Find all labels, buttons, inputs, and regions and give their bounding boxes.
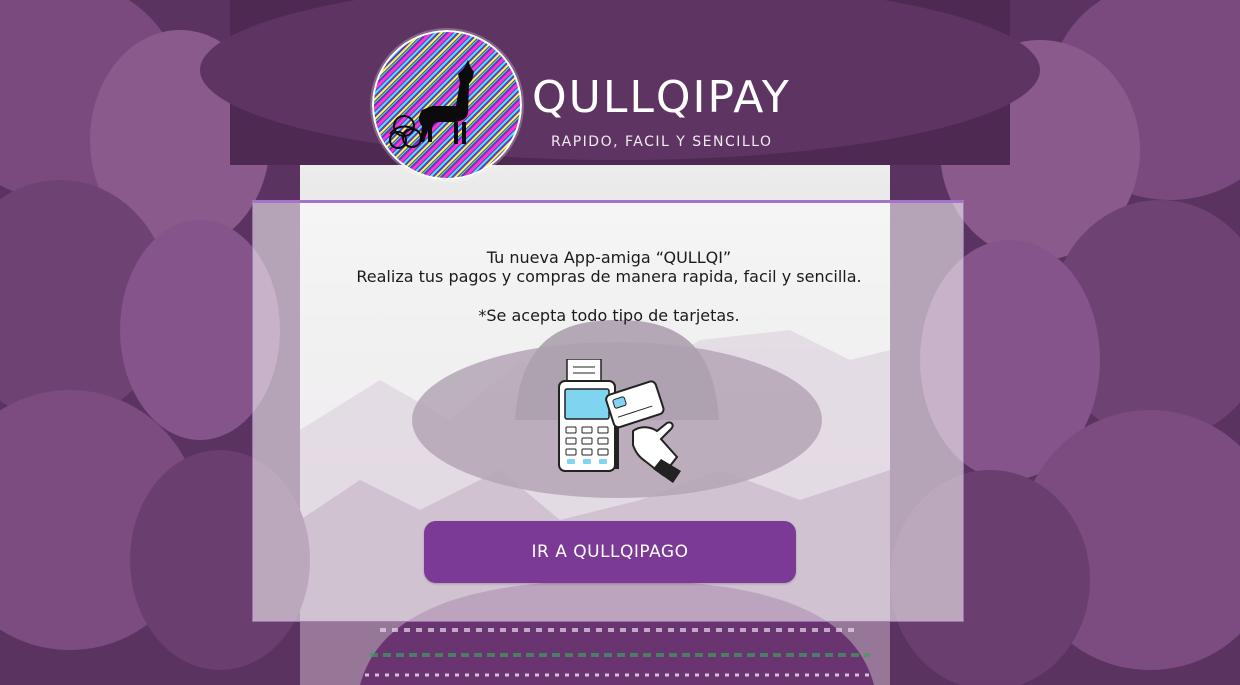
cards-accepted-note: *Se acepta todo tipo de tarjetas. <box>478 306 740 325</box>
brand-name: QULLQIPAY <box>532 72 791 123</box>
info-card: Tu nueva App-amiga “QULLQI” Realiza tus … <box>252 200 964 622</box>
brand-tagline: RAPIDO, FACIL Y SENCILLO <box>551 134 773 150</box>
welcome-line: Tu nueva App-amiga “QULLQI” <box>486 248 732 267</box>
go-to-qullqipago-button[interactable]: IR A QULLQIPAGO <box>424 521 796 583</box>
brand-logo <box>372 30 522 180</box>
card-terminal-icon <box>553 358 693 487</box>
description-line: Realiza tus pagos y compras de manera ra… <box>356 267 862 286</box>
llama-icon <box>372 30 522 180</box>
